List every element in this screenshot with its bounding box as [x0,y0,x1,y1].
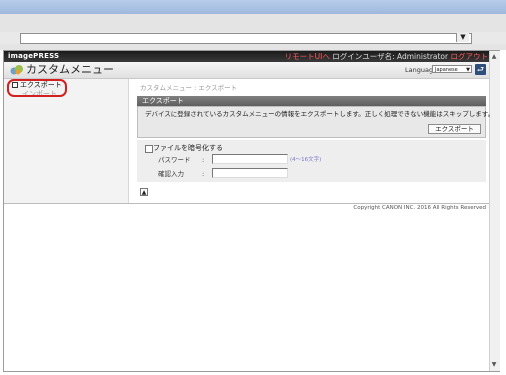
encrypt-label: ファイルを暗号化する [153,144,223,152]
remote-ui-link[interactable]: リモートUIへ [285,52,330,61]
encrypt-checkbox[interactable] [145,145,153,153]
to-top-icon[interactable]: ▲ [140,188,148,196]
scroll-up-icon[interactable]: ▲ [490,53,498,61]
logo: imagePRESS [8,52,60,60]
logout-link[interactable]: ログアウト [451,52,489,61]
chevron-down-icon[interactable]: ▼ [456,33,469,42]
export-button[interactable]: エクスポート [428,124,481,134]
confirm-password-field[interactable] [212,168,288,178]
custom-menu-icon [10,65,23,75]
page-title: カスタムメニュー [26,63,114,76]
browser-toolbar [0,14,506,32]
section-description: デバイスに登録されているカスタムメニューの情報をエクスポートします。正しく処理で… [145,110,495,118]
browser-title-bar [0,0,506,14]
copyright-text: Copyright CANON INC. 2016 All Rights Res… [353,205,486,211]
chevron-down-icon: ▼ [466,67,470,73]
return-arrow-icon[interactable]: ⮐ [475,64,486,75]
vertical-scrollbar[interactable] [489,51,500,371]
annotation-highlight [7,79,67,97]
language-select[interactable]: Japanese ▼ [432,65,472,73]
scroll-down-icon[interactable]: ▼ [490,361,498,369]
language-value: Japanese [435,67,458,73]
confirm-label: 確認入力 [158,170,184,178]
confirm-colon: : [202,170,205,178]
password-colon: : [202,156,205,164]
header-links: リモートUIへ ログインユーザ名: Administrator ログアウト [265,52,488,61]
password-field[interactable] [212,154,288,164]
login-user-text: ログインユーザ名: Administrator [332,52,449,61]
password-hint: (4～16文字) [290,157,322,163]
address-input[interactable] [20,33,472,44]
password-label: パスワード [158,156,191,164]
breadcrumb: カスタムメニュー : エクスポート [140,84,238,92]
section-header: エクスポート [137,96,486,106]
